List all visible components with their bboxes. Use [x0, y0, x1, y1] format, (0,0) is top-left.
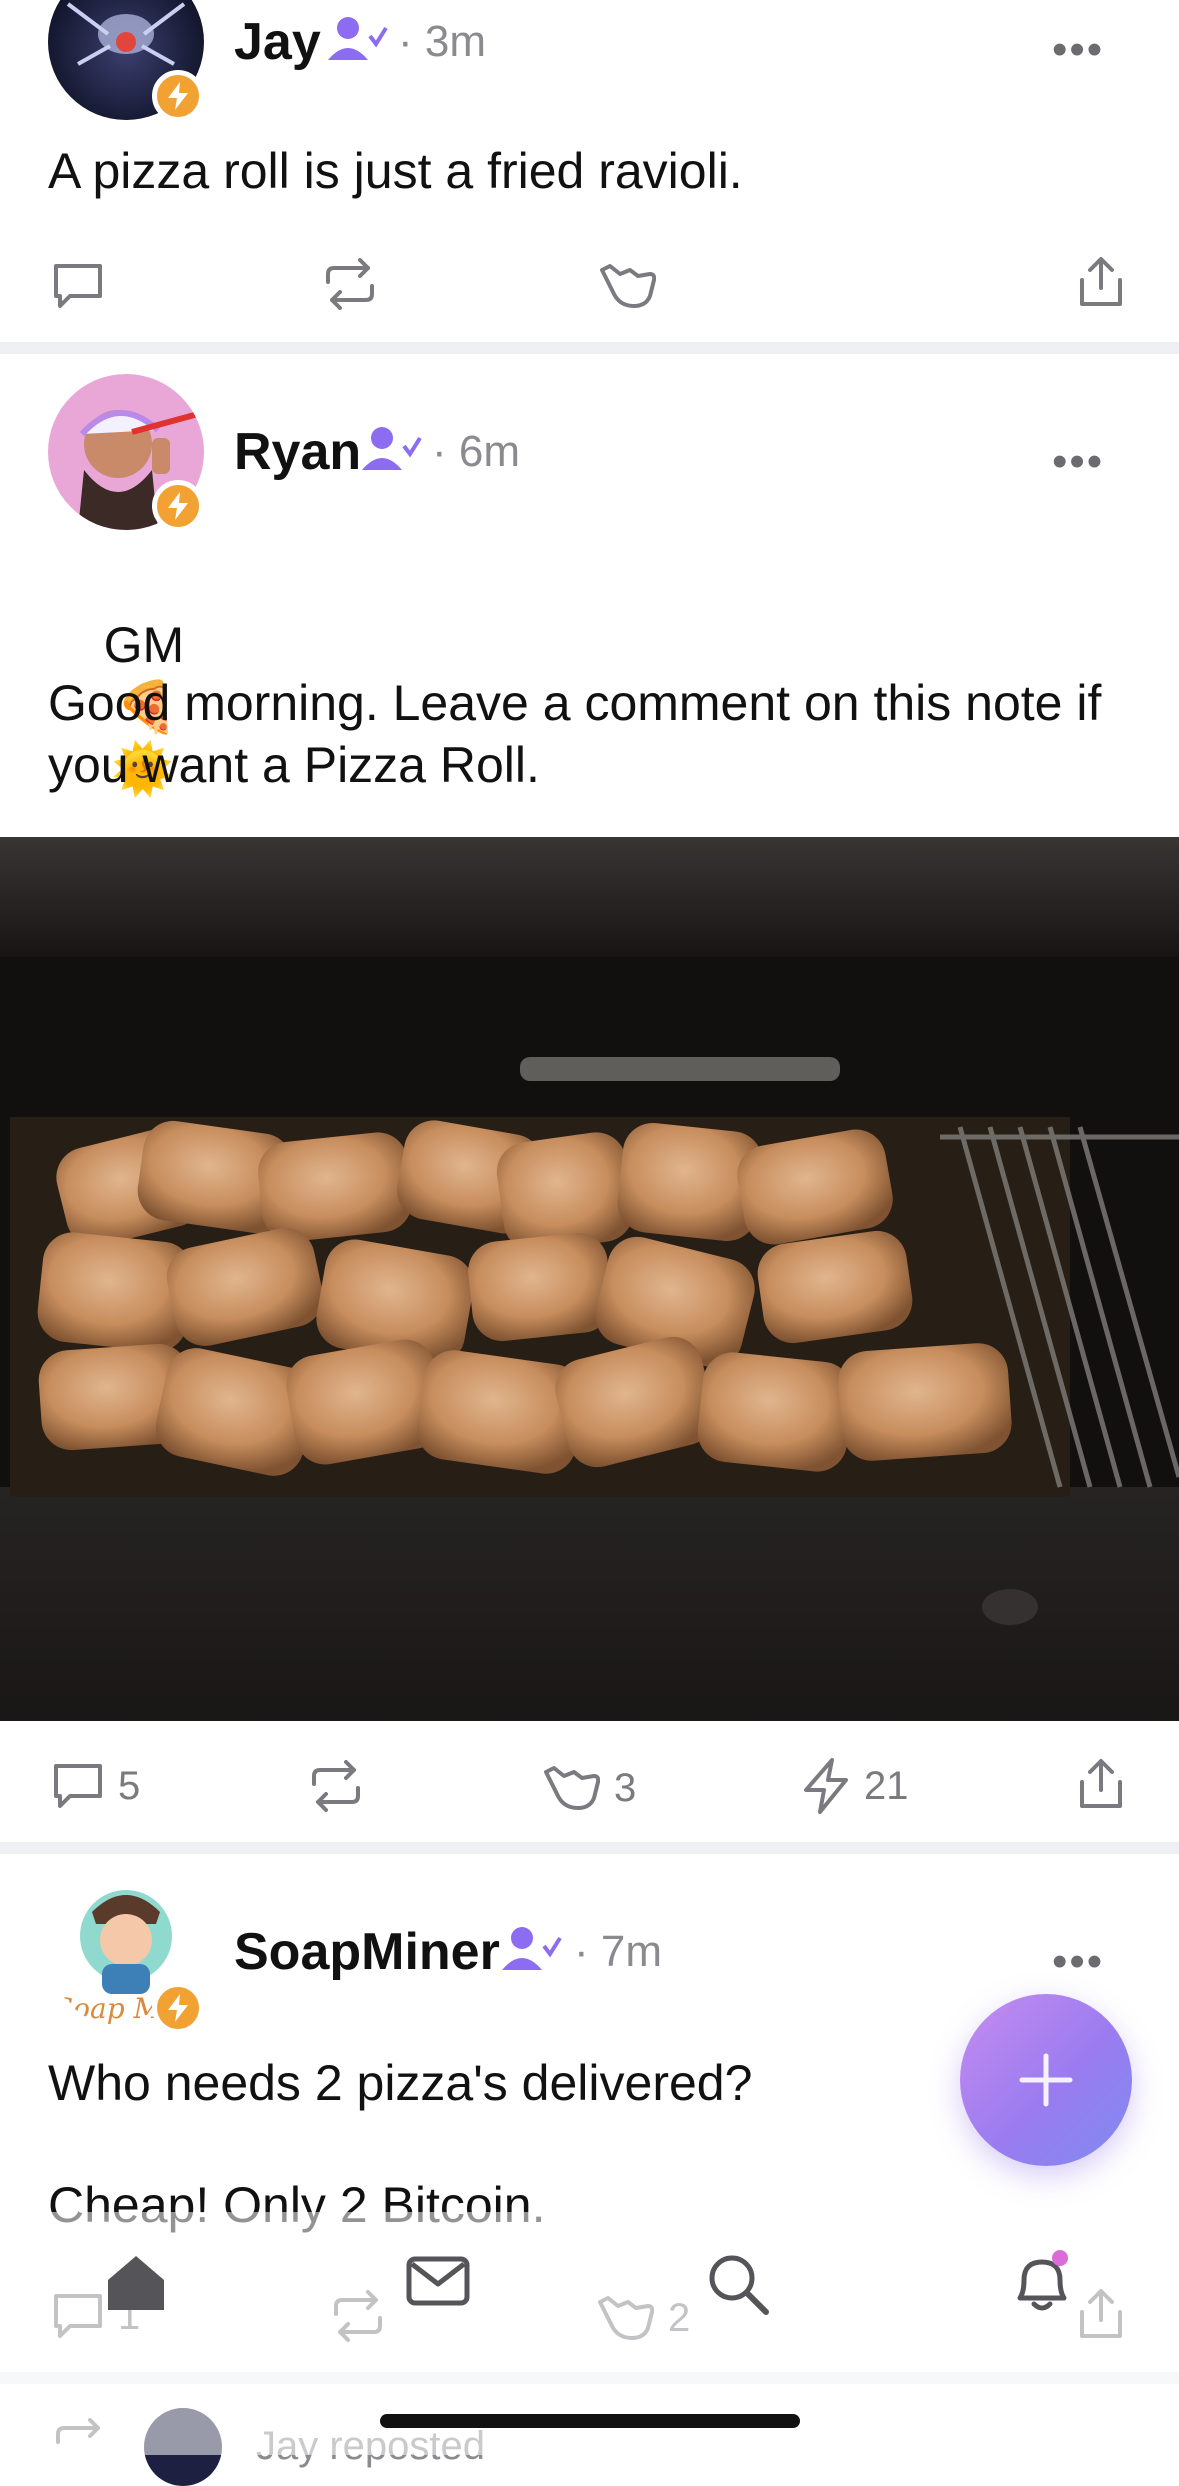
more-options-button[interactable]: ••• [1052, 28, 1104, 72]
post-time: · 3m [398, 17, 486, 66]
post-time: · 6m [432, 427, 520, 476]
like-count: 3 [614, 1765, 637, 1810]
greeting-text: GM [103, 617, 185, 673]
repost-button[interactable] [322, 258, 378, 310]
home-icon[interactable] [104, 2252, 168, 2317]
post-image[interactable] [0, 837, 1179, 1721]
share-button[interactable] [1076, 256, 1126, 310]
home-indicator[interactable] [380, 2414, 800, 2428]
bell-icon[interactable] [1010, 2250, 1074, 2321]
verified-icon [326, 14, 388, 69]
author-name[interactable]: Ryan [234, 426, 361, 478]
post-divider [0, 1842, 1179, 1854]
zap-badge-icon [152, 480, 204, 532]
post-time: · 7m [574, 1927, 662, 1976]
search-icon[interactable] [706, 2252, 770, 2321]
share-button[interactable] [1076, 1758, 1126, 1812]
post-text: A pizza roll is just a fried ravioli. [48, 143, 743, 199]
verified-icon [360, 424, 422, 479]
like-shaka-button[interactable]: 3 [542, 1762, 636, 1814]
author-name[interactable]: Jay [234, 16, 321, 68]
post-divider [0, 342, 1179, 354]
reply-button[interactable] [52, 262, 104, 310]
zap-badge-icon [152, 1982, 204, 2034]
compose-button[interactable] [960, 1994, 1132, 2166]
post-text: Good morning. Leave a comment on this no… [48, 675, 1102, 793]
mail-icon[interactable] [406, 2256, 470, 2313]
reply-count: 5 [118, 1763, 141, 1808]
post-text: Who needs 2 pizza's delivered? [48, 2055, 753, 2111]
reply-button[interactable]: 5 [52, 1762, 140, 1810]
more-options-button[interactable]: ••• [1052, 1940, 1104, 1984]
author-name[interactable]: SoapMiner [234, 1926, 500, 1978]
plus-icon [1019, 2053, 1073, 2107]
zap-button[interactable]: 21 [802, 1758, 909, 1814]
verified-icon [500, 1924, 562, 1979]
zap-count: 21 [864, 1763, 909, 1808]
repost-button[interactable] [308, 1760, 364, 1812]
zap-badge-icon [152, 70, 204, 122]
like-shaka-button[interactable] [598, 260, 656, 312]
more-options-button[interactable]: ••• [1052, 440, 1104, 484]
